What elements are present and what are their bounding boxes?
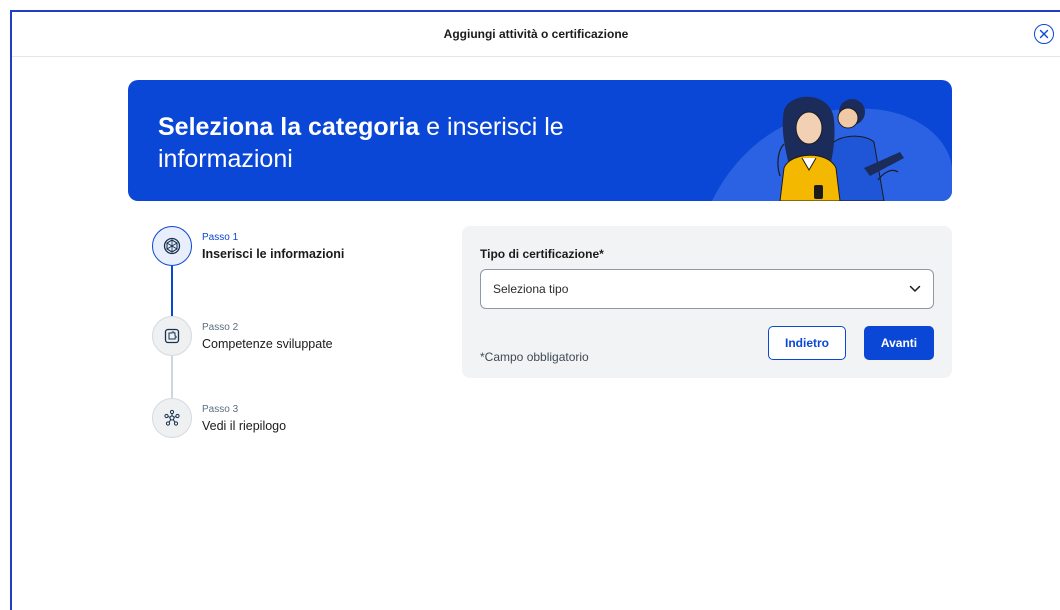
step-2-label: Competenze sviluppate [202, 337, 333, 351]
certification-type-select[interactable]: Seleziona tipo [480, 269, 934, 309]
step-1: Passo 1 Inserisci le informazioni [150, 226, 410, 274]
modal-header: Aggiungi attività o certificazione [12, 12, 1060, 57]
step-2-kicker: Passo 2 [202, 322, 239, 333]
banner-title: Seleziona la categoria e inserisci le in… [158, 111, 618, 175]
step-3-label: Vedi il riepilogo [202, 419, 287, 433]
step-3: Passo 3 Vedi il riepilogo [150, 398, 410, 446]
step-2-badge [152, 316, 192, 356]
modal: Aggiungi attività o certificazione Selez… [10, 10, 1060, 610]
people-illustration [712, 96, 952, 201]
close-button[interactable] [1034, 24, 1054, 44]
close-icon [1039, 29, 1049, 39]
banner-title-bold: Seleziona la categoria [158, 113, 420, 141]
hero-banner: Seleziona la categoria e inserisci le in… [128, 80, 952, 201]
step-3-kicker: Passo 3 [202, 404, 239, 415]
modal-title: Aggiungi attività o certificazione [443, 27, 629, 41]
select-value: Seleziona tipo [493, 282, 569, 296]
step-1-badge [152, 226, 192, 266]
step-1-label: Inserisci le informazioni [202, 247, 345, 261]
required-field-note: *Campo obbligatorio [480, 350, 589, 364]
step-2: Passo 2 Competenze sviluppate [150, 316, 410, 364]
step-3-badge [152, 398, 192, 438]
next-button[interactable]: Avanti [864, 326, 934, 360]
stepper: Passo 1 Inserisci le informazioni Passo … [150, 226, 430, 438]
form-panel: Tipo di certificazione* Seleziona tipo *… [462, 226, 952, 378]
step-1-kicker: Passo 1 [202, 232, 239, 243]
cube-icon [163, 237, 181, 255]
puzzle-icon [164, 328, 180, 344]
chevron-down-icon [909, 285, 921, 292]
back-button[interactable]: Indietro [768, 326, 846, 360]
network-icon [164, 409, 180, 426]
certification-type-label: Tipo di certificazione* [480, 247, 604, 261]
